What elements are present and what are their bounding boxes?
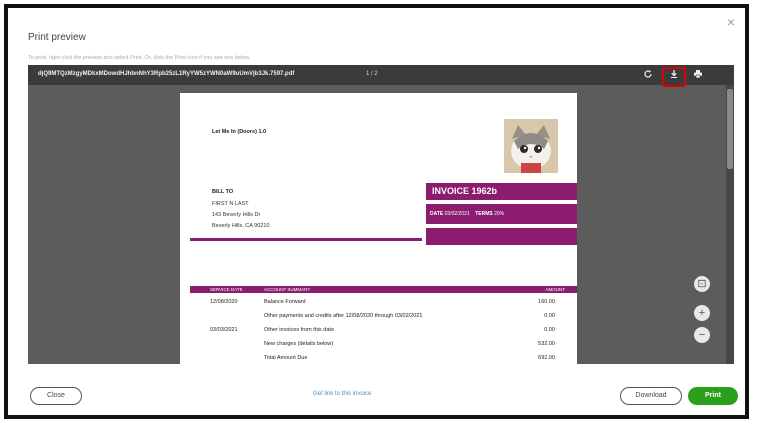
invoice-title: INVOICE 1962b <box>432 186 498 196</box>
pdf-viewer[interactable]: djQ9MTQzMzgyMDkxMDowdHJhbnNhY3Rpb25zL1Ry… <box>28 65 734 364</box>
table-row: 12/08/2020 Balance Forward 160.00 <box>180 297 577 309</box>
download-highlight-box <box>662 67 686 87</box>
row-amount: 532.00 <box>538 341 555 347</box>
get-link-button[interactable]: Get link to this invoice <box>313 391 371 397</box>
invoice-meta: DATE 03/02/2021 TERMS 20% <box>430 211 504 217</box>
company-name: Let Me In (Doors) 1.0 <box>212 129 267 135</box>
invoice-title-bar: INVOICE 1962b <box>426 183 577 200</box>
zoom-out-button[interactable]: − <box>694 327 710 343</box>
close-button[interactable]: Close <box>30 387 82 405</box>
col-account-summary: ACCOUNT SUMMARY <box>264 287 311 292</box>
table-row: New charges (details below) 532.00 <box>180 339 577 351</box>
fit-page-button[interactable]: ⊡ <box>694 276 710 292</box>
dialog-title: Print preview <box>28 32 86 43</box>
row-desc: Total Amount Due <box>264 355 308 361</box>
print-button[interactable]: Print <box>688 387 738 405</box>
row-desc: New charges (details below) <box>264 341 334 347</box>
pdf-toolbar: djQ9MTQzMzgyMDkxMDowdHJhbnNhY3Rpb25zL1Ry… <box>28 65 734 87</box>
invoice-meta-bar: DATE 03/02/2021 TERMS 20% <box>426 204 577 224</box>
invoice-accent-bar <box>426 228 577 245</box>
company-logo-image <box>504 119 558 173</box>
table-row: Other payments and credits after 12/08/2… <box>180 311 577 323</box>
table-row: 03/03/2021 Other invoices from this date… <box>180 325 577 337</box>
rotate-icon[interactable] <box>642 69 654 81</box>
divider-line <box>190 238 422 241</box>
bill-to-heading: BILL TO <box>212 189 234 195</box>
scrollbar[interactable] <box>726 85 734 364</box>
date-value: 03/02/2021 <box>444 211 470 217</box>
row-amount: 160.00 <box>538 299 555 305</box>
scrollbar-thumb[interactable] <box>727 89 733 169</box>
row-desc: Other payments and credits after 12/08/2… <box>264 313 423 319</box>
download-button[interactable]: Download <box>620 387 682 405</box>
print-preview-dialog: × Print preview To print, right-click th… <box>4 4 749 419</box>
close-icon[interactable]: × <box>727 14 735 30</box>
pdf-filename: djQ9MTQzMzgyMDkxMDowdHJhbnNhY3Rpb25zL1Ry… <box>38 71 295 77</box>
terms-value: 20% <box>494 211 505 217</box>
print-hint: To print, right-click the preview and se… <box>28 55 251 61</box>
print-icon[interactable] <box>692 69 704 81</box>
row-amount: 0.00 <box>544 313 555 319</box>
table-row: Total Amount Due 692.00 <box>180 353 577 364</box>
zoom-in-button[interactable]: + <box>694 305 710 321</box>
col-amount: AMOUNT <box>545 287 566 292</box>
terms-label: TERMS <box>475 211 493 217</box>
invoice-page: Let Me In (Doors) 1.0 BILL TO FIRST N LA… <box>180 93 577 364</box>
row-amount: 692.00 <box>538 355 555 361</box>
page-indicator: 1 / 2 <box>366 71 378 77</box>
bill-to-line: Beverly Hills, CA 90210 <box>212 223 270 229</box>
table-header: SERVICE DATE ACCOUNT SUMMARY AMOUNT <box>190 286 577 293</box>
row-date: 12/08/2020 <box>210 299 238 305</box>
row-date: 03/03/2021 <box>210 327 238 333</box>
row-amount: 0.00 <box>544 327 555 333</box>
col-service-date: SERVICE DATE <box>210 287 243 292</box>
row-desc: Other invoices from this date <box>264 327 335 333</box>
row-desc: Balance Forward <box>264 299 306 305</box>
date-label: DATE <box>430 211 444 217</box>
bill-to-line: FIRST N LAST <box>212 201 249 207</box>
bill-to-line: 143 Beverly Hills Dr <box>212 212 261 218</box>
